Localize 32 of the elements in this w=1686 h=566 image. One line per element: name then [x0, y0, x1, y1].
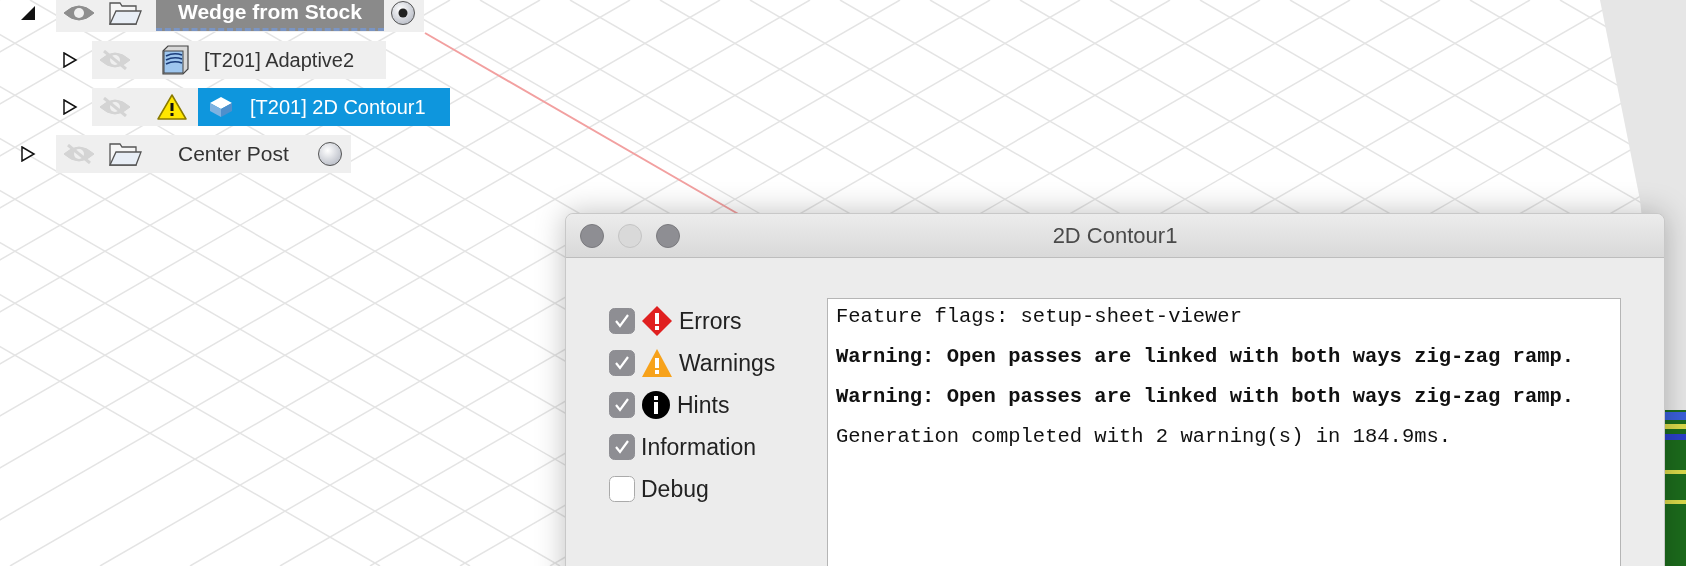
filter-label: Debug: [641, 475, 709, 503]
filter-label: Hints: [677, 391, 730, 419]
log-message: Generation completed with 2 warning(s) in 184.9ms.: [836, 427, 1453, 450]
radio-button[interactable]: [316, 141, 343, 167]
eye-icon[interactable]: [62, 3, 96, 23]
checkbox[interactable]: [609, 350, 635, 376]
operation-label: [T201] 2D Contour1: [250, 95, 426, 119]
window-title: 2D Contour1: [1052, 222, 1178, 249]
checkbox[interactable]: [609, 392, 635, 418]
filter-label: Information: [641, 433, 757, 461]
expand-toggle[interactable]: [62, 52, 78, 68]
checkbox[interactable]: [609, 434, 635, 460]
log-message: Feature flags: setup-sheet-viewer: [836, 307, 1243, 330]
filter-label: Warnings: [679, 349, 776, 377]
expand-toggle[interactable]: [20, 5, 36, 21]
error-icon: [641, 305, 673, 337]
close-button[interactable]: [580, 224, 604, 248]
log-message: Warning: Open passes are linked with both ways zig-zag ramp.: [836, 387, 1576, 410]
info-icon: [641, 390, 671, 420]
operation-label: [T201] Adaptive2: [204, 48, 355, 72]
cube-icon: [208, 94, 234, 120]
radio-button[interactable]: [390, 0, 416, 26]
expand-toggle[interactable]: [20, 146, 36, 162]
checkbox[interactable]: [609, 308, 635, 334]
checkbox[interactable]: [609, 476, 635, 502]
warning-icon: [641, 348, 673, 378]
layered-block-icon: [160, 45, 190, 75]
folder-icon: [108, 140, 142, 168]
log-message: Warning: Open passes are linked with both ways zig-zag ramp.: [836, 347, 1576, 370]
filter-label: Errors: [679, 307, 742, 335]
zoom-button[interactable]: [656, 224, 680, 248]
expand-toggle[interactable]: [62, 99, 78, 115]
